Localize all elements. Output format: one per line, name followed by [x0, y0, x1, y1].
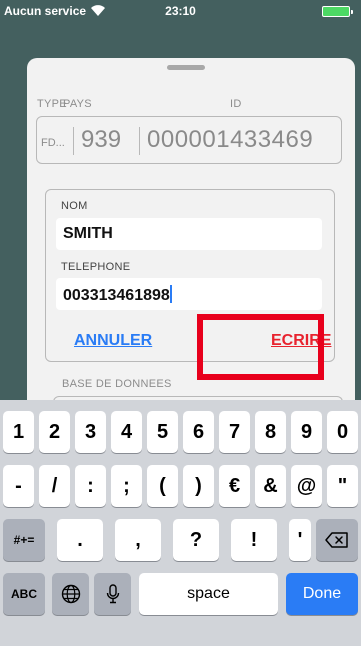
nom-input[interactable]: SMITH: [56, 218, 322, 250]
key-slash[interactable]: /: [39, 465, 70, 507]
key-question[interactable]: ?: [173, 519, 219, 561]
sheet-grabber[interactable]: [167, 65, 205, 70]
space-key[interactable]: space: [139, 573, 278, 615]
status-bar: Aucun service 23:10: [0, 0, 361, 22]
key-8[interactable]: 8: [255, 411, 286, 453]
type-value: FD...: [41, 137, 65, 149]
battery-icon: [322, 6, 353, 17]
nom-label: NOM: [61, 200, 88, 212]
microphone-icon: [106, 584, 119, 604]
key-7[interactable]: 7: [219, 411, 250, 453]
telephone-label: TELEPHONE: [61, 261, 131, 273]
key-at[interactable]: @: [291, 465, 322, 507]
nom-value: SMITH: [63, 225, 113, 242]
text-caret: [169, 285, 172, 303]
divider: [73, 127, 74, 155]
key-apostrophe[interactable]: ': [289, 519, 311, 561]
key-hyphen[interactable]: -: [3, 465, 34, 507]
key-0[interactable]: 0: [327, 411, 358, 453]
key-semicolon[interactable]: ;: [111, 465, 142, 507]
cancel-button[interactable]: ANNULER: [74, 332, 152, 350]
key-ampersand[interactable]: &: [255, 465, 286, 507]
key-open-paren[interactable]: (: [147, 465, 178, 507]
key-quote[interactable]: ": [327, 465, 358, 507]
key-euro[interactable]: €: [219, 465, 250, 507]
key-4[interactable]: 4: [111, 411, 142, 453]
pays-label: PAYS: [63, 98, 92, 110]
key-comma[interactable]: ,: [115, 519, 161, 561]
identifier-row: FD... 939 000001433469: [36, 116, 342, 164]
key-colon[interactable]: :: [75, 465, 106, 507]
database-label: BASE DE DONNEES: [62, 378, 172, 390]
key-period[interactable]: .: [57, 519, 103, 561]
key-close-paren[interactable]: ): [183, 465, 214, 507]
key-exclamation[interactable]: !: [231, 519, 277, 561]
key-1[interactable]: 1: [3, 411, 34, 453]
key-9[interactable]: 9: [291, 411, 322, 453]
telephone-value: 003313461898: [63, 287, 170, 304]
backspace-key[interactable]: [316, 519, 358, 561]
key-2[interactable]: 2: [39, 411, 70, 453]
numeric-keyboard: 1 2 3 4 5 6 7 8 9 0 - / : ; ( ) € & @ " …: [0, 400, 361, 646]
highlight-annotation: [197, 314, 324, 380]
key-6[interactable]: 6: [183, 411, 214, 453]
dictation-key[interactable]: [94, 573, 131, 615]
clock: 23:10: [165, 4, 196, 18]
id-label: ID: [230, 98, 242, 110]
key-5[interactable]: 5: [147, 411, 178, 453]
globe-icon: [61, 584, 80, 604]
abc-key[interactable]: ABC: [3, 573, 45, 615]
id-value: 000001433469: [147, 126, 314, 153]
symbols-key[interactable]: #+=: [3, 519, 45, 561]
done-key[interactable]: Done: [286, 573, 358, 615]
pays-value: 939: [81, 126, 122, 153]
divider: [139, 127, 140, 155]
telephone-input[interactable]: 003313461898: [56, 278, 322, 310]
backspace-icon: [325, 532, 348, 548]
globe-key[interactable]: [52, 573, 89, 615]
key-3[interactable]: 3: [75, 411, 106, 453]
